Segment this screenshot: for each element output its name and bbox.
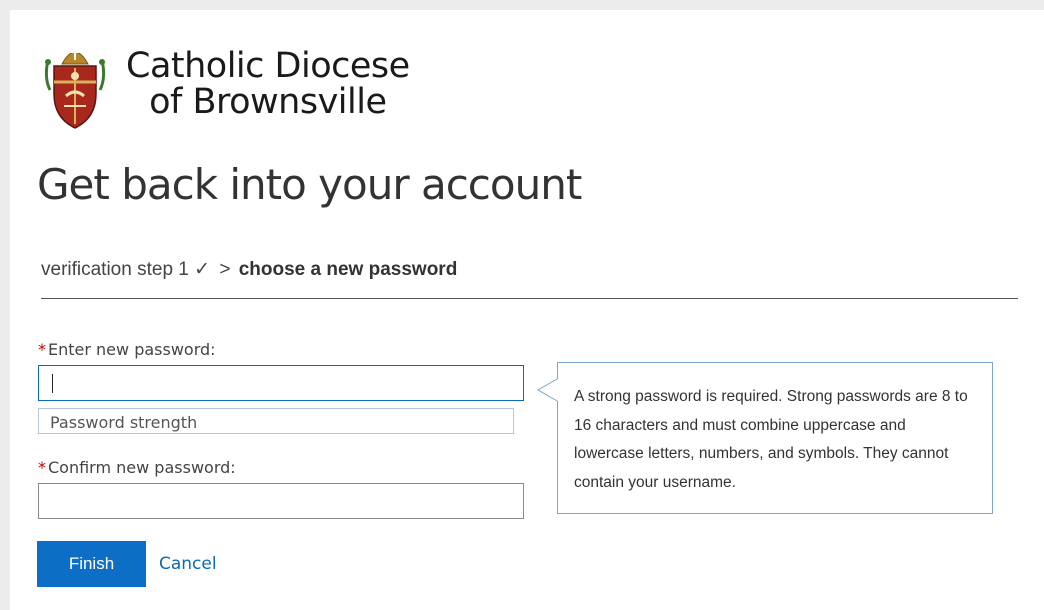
step-breadcrumb: verification step 1 ✓ > choose a new pas… xyxy=(41,258,1018,299)
org-header: Catholic Diocese of Brownsville xyxy=(40,34,410,134)
org-name-line1: Catholic Diocese xyxy=(126,46,410,86)
page-title: Get back into your account xyxy=(37,160,582,209)
step-completed: verification step 1 xyxy=(41,259,189,280)
tooltip-pointer-fill xyxy=(539,379,558,401)
step-current: choose a new password xyxy=(238,259,458,280)
required-marker: * xyxy=(38,340,46,359)
password-strength-meter: Password strength xyxy=(38,408,514,434)
org-name: Catholic Diocese of Brownsville xyxy=(126,48,410,120)
confirm-password-label: * Confirm new password: xyxy=(38,458,236,477)
text-caret xyxy=(52,374,53,393)
check-icon: ✓ xyxy=(194,259,211,280)
new-password-input[interactable] xyxy=(38,365,524,401)
finish-button[interactable]: Finish xyxy=(37,541,146,587)
new-password-label: * Enter new password: xyxy=(38,340,216,359)
confirm-password-input[interactable] xyxy=(38,483,524,519)
org-name-line2: of Brownsville xyxy=(149,82,387,122)
required-marker: * xyxy=(38,458,46,477)
password-requirements-tooltip: A strong password is required. Strong pa… xyxy=(557,362,993,514)
cancel-link[interactable]: Cancel xyxy=(159,554,217,574)
step-separator: > xyxy=(219,259,231,280)
diocese-crest-icon xyxy=(44,47,106,129)
